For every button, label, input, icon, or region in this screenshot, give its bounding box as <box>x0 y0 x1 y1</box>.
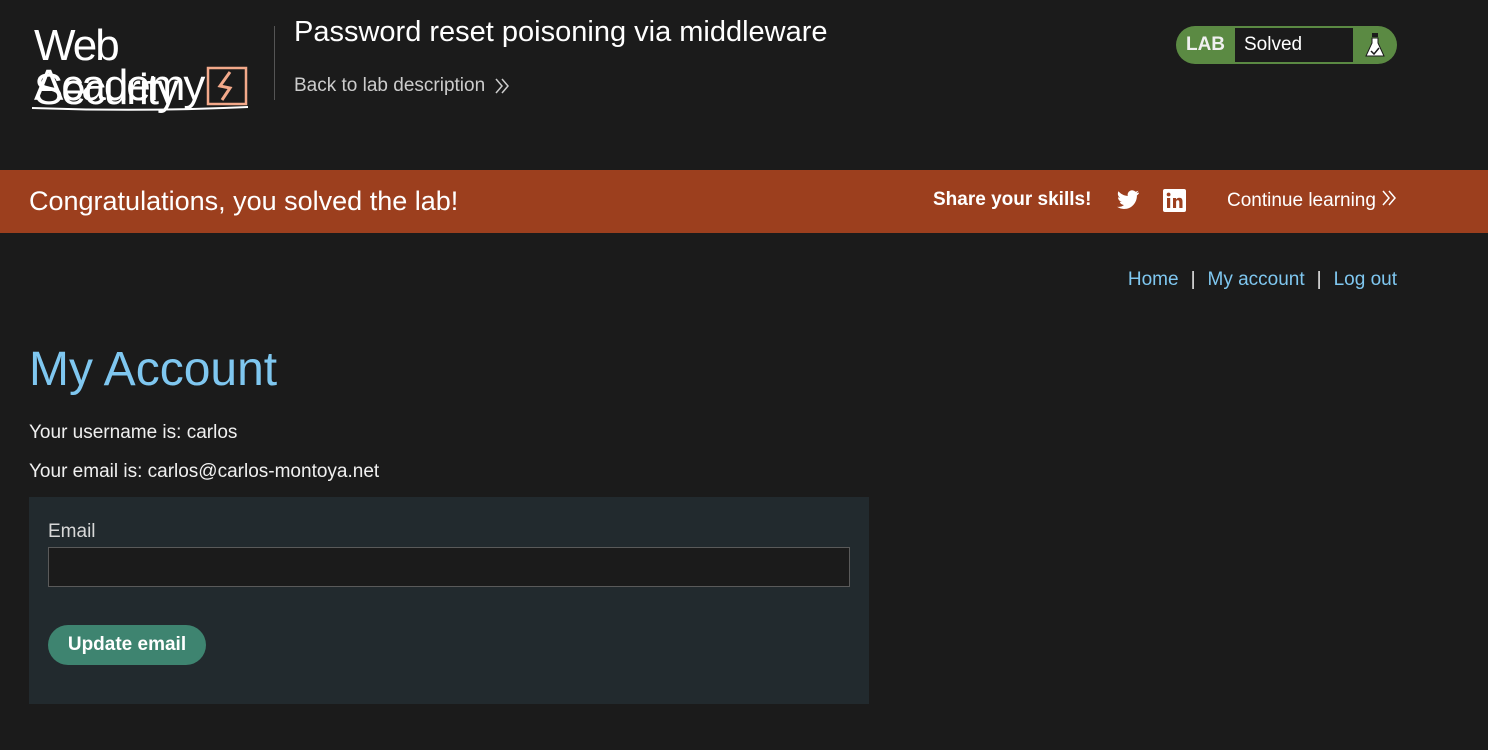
nav-separator: | <box>1316 269 1322 290</box>
update-email-button[interactable]: Update email <box>48 625 206 665</box>
nav-separator: | <box>1190 269 1196 290</box>
double-chevron-right-icon <box>1382 190 1396 212</box>
back-to-lab-description-link[interactable]: Back to lab description <box>294 75 510 97</box>
page-title: My Account <box>29 343 278 396</box>
change-email-form: Email Update email <box>29 497 869 704</box>
username-info: Your username is: carlos <box>29 422 238 443</box>
lab-status-value: Solved <box>1235 27 1353 63</box>
header-divider <box>274 26 275 100</box>
logo-underline-icon <box>31 106 249 111</box>
email-field[interactable] <box>48 547 850 587</box>
twitter-icon[interactable] <box>1116 190 1140 215</box>
solved-banner: Congratulations, you solved the lab! Sha… <box>0 170 1488 233</box>
double-chevron-right-icon <box>495 78 510 94</box>
continue-learning-label: Continue learning <box>1227 190 1376 211</box>
lab-title: Password reset poisoning via middleware <box>294 16 828 48</box>
top-navigation: Home | My account | Log out <box>1128 269 1397 291</box>
nav-home-link[interactable]: Home <box>1128 269 1179 291</box>
flask-icon <box>1353 32 1397 58</box>
congratulations-message: Congratulations, you solved the lab! <box>29 186 459 216</box>
back-link-label: Back to lab description <box>294 75 486 96</box>
email-info: Your email is: carlos@carlos-montoya.net <box>29 461 380 482</box>
share-skills-label: Share your skills! <box>933 189 1092 210</box>
logo-bolt-icon <box>206 66 248 106</box>
continue-learning-link[interactable]: Continue learning <box>1227 190 1396 212</box>
header: Web Security Academy Password reset pois… <box>0 0 1488 170</box>
web-security-academy-logo[interactable]: Web Security Academy <box>30 20 270 112</box>
email-field-label: Email <box>48 521 96 542</box>
lab-status-widget: LAB Solved <box>1176 26 1397 64</box>
nav-my-account-link[interactable]: My account <box>1208 269 1305 291</box>
linkedin-icon[interactable] <box>1163 189 1186 217</box>
logo-text-line2: Academy <box>34 61 205 110</box>
nav-logout-link[interactable]: Log out <box>1334 269 1397 291</box>
lab-status-label: LAB <box>1185 34 1226 55</box>
